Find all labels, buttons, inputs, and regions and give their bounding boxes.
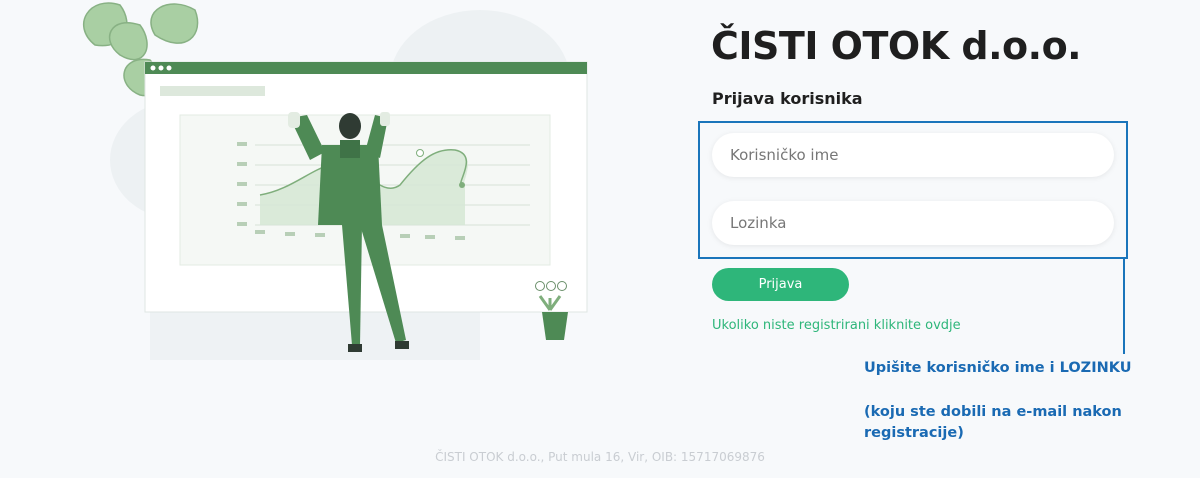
register-link[interactable]: Ukoliko niste registrirani kliknite ovdj… [712, 318, 961, 333]
username-input[interactable] [712, 133, 1114, 177]
annotation-instruction: Upišite korisničko ime i LOZINKU [864, 360, 1132, 376]
browser-title-bar [145, 62, 587, 74]
browser-dot [158, 65, 164, 71]
placeholder-bar [160, 86, 265, 96]
annotation-note: (koju ste dobili na e-mail nakon registr… [864, 404, 1122, 441]
chart-point [459, 182, 465, 188]
browser-dot [150, 65, 156, 71]
password-input[interactable] [712, 201, 1114, 245]
presentation-illustration [82, 2, 588, 360]
login-heading: Prijava korisnika [712, 89, 863, 108]
company-title: ČISTI OTOK d.o.o. [711, 24, 1082, 68]
annotation-connector-line [1123, 258, 1125, 354]
footer-company-info: ČISTI OTOK d.o.o., Put mula 16, Vir, OIB… [435, 450, 765, 464]
login-button[interactable]: Prijava [712, 268, 849, 301]
chart-point [416, 149, 424, 157]
browser-dot [166, 65, 172, 71]
